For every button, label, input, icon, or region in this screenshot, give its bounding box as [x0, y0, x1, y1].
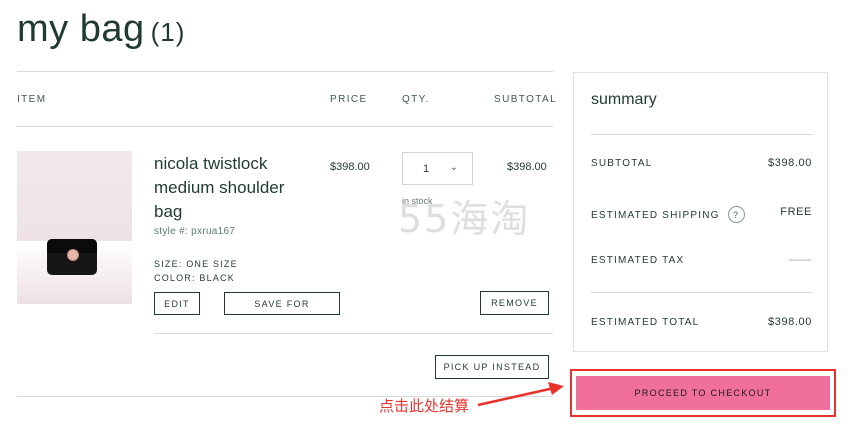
checkout-highlight-box: PROCEED TO CHECKOUT: [570, 369, 836, 417]
watermark: 55海淘: [398, 197, 531, 241]
item-subtotal: $398.00: [507, 161, 547, 173]
header-item: ITEM: [17, 94, 47, 105]
page-title-text: my bag: [17, 8, 145, 50]
table-bottom-divider: [17, 396, 553, 397]
edit-button[interactable]: EDIT: [154, 292, 200, 315]
summary-title: summary: [591, 91, 657, 108]
page-title: my bag (1): [17, 8, 185, 51]
annotation-text: 点击此处结算: [379, 397, 470, 415]
bag-count: (1): [150, 17, 186, 47]
header-divider: [17, 126, 553, 127]
quantity-value: 1: [423, 163, 430, 175]
product-name[interactable]: nicola twistlock medium shoulder bag: [154, 152, 304, 224]
product-image[interactable]: [17, 151, 132, 304]
summary-shipping-row: ESTIMATED SHIPPING?: [591, 206, 745, 224]
chevron-down-icon: ⌄: [449, 162, 458, 173]
table-top-divider: [17, 71, 553, 72]
product-size: SIZE: ONE SIZE: [154, 259, 238, 269]
quantity-select[interactable]: 1 ⌄: [402, 152, 473, 185]
header-price: PRICE: [330, 94, 368, 105]
summary-title-divider: [591, 134, 812, 135]
summary-shipping-label: ESTIMATED SHIPPING: [591, 210, 720, 222]
save-for-later-button[interactable]: SAVE FOR: [224, 292, 340, 315]
summary-total-divider: [591, 292, 812, 293]
header-subtotal: SUBTOTAL: [494, 94, 558, 105]
product-style-number: style #: pxrua167: [154, 226, 236, 237]
summary-subtotal-value: $398.00: [768, 157, 812, 169]
summary-total-label: ESTIMATED TOTAL: [591, 317, 700, 328]
summary-tax-value: ——: [788, 254, 812, 266]
summary-subtotal-label: SUBTOTAL: [591, 158, 653, 169]
summary-shipping-value: FREE: [780, 206, 812, 218]
proceed-to-checkout-button[interactable]: PROCEED TO CHECKOUT: [576, 376, 830, 410]
twistlock-clasp: [67, 249, 79, 261]
header-qty: QTY.: [402, 94, 430, 105]
annotation-arrow-icon: [477, 382, 564, 407]
item-price: $398.00: [330, 161, 370, 173]
summary-tax-label: ESTIMATED TAX: [591, 255, 685, 266]
remove-button[interactable]: REMOVE: [480, 291, 549, 315]
item-divider: [154, 333, 553, 334]
pick-up-instead-button[interactable]: PICK UP INSTEAD: [435, 355, 549, 379]
summary-total-value: $398.00: [768, 316, 812, 328]
product-color: COLOR: BLACK: [154, 273, 235, 283]
